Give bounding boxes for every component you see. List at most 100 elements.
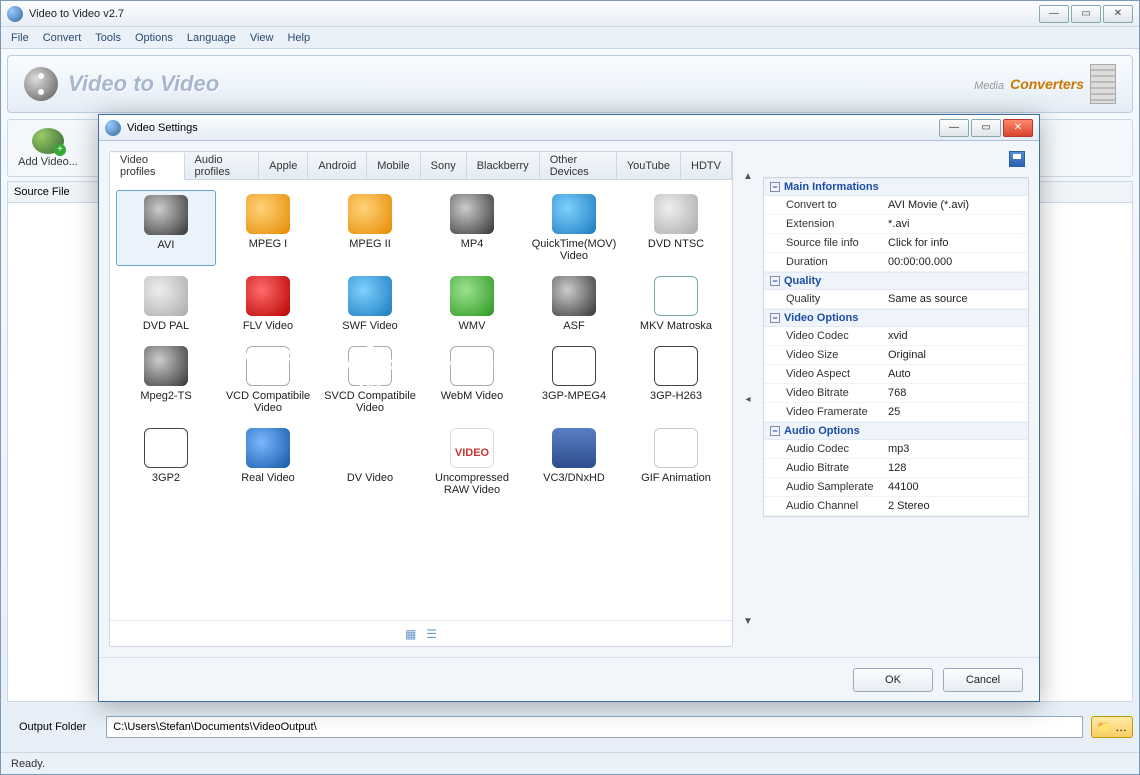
tab-apple[interactable]: Apple bbox=[259, 152, 308, 179]
tab-audio-profiles[interactable]: Audio profiles bbox=[185, 152, 260, 179]
menu-view[interactable]: View bbox=[250, 32, 274, 44]
prop-value[interactable]: Same as source bbox=[882, 290, 1028, 308]
output-label: Output Folder bbox=[7, 721, 98, 733]
profile-avi[interactable]: AVI bbox=[116, 190, 216, 266]
menu-help[interactable]: Help bbox=[287, 32, 310, 44]
profile-3gp-h263[interactable]: 3GP3GP-H263 bbox=[626, 342, 726, 418]
profile-mpeg2-ts[interactable]: Mpeg2-TS bbox=[116, 342, 216, 418]
prop-row[interactable]: Video Codecxvid bbox=[764, 327, 1028, 346]
profile-label: 3GP2 bbox=[152, 472, 180, 484]
profile-label: SWF Video bbox=[342, 320, 397, 332]
main-minimize-button[interactable]: — bbox=[1039, 5, 1069, 23]
menu-file[interactable]: File bbox=[11, 32, 29, 44]
profile-asf[interactable]: ASF bbox=[524, 272, 624, 336]
tab-sony[interactable]: Sony bbox=[421, 152, 467, 179]
menu-options[interactable]: Options bbox=[135, 32, 173, 44]
prop-group-main[interactable]: −Main Informations bbox=[764, 178, 1028, 196]
dialog-maximize-button[interactable]: ▭ bbox=[971, 119, 1001, 137]
dialog-minimize-button[interactable]: — bbox=[939, 119, 969, 137]
main-close-button[interactable]: ✕ bbox=[1103, 5, 1133, 23]
menu-language[interactable]: Language bbox=[187, 32, 236, 44]
scroll-down-icon[interactable]: ▼ bbox=[743, 616, 753, 627]
prop-row[interactable]: QualitySame as source bbox=[764, 290, 1028, 309]
list-view-icon[interactable]: ☰ bbox=[426, 627, 437, 641]
prop-row[interactable]: Video AspectAuto bbox=[764, 365, 1028, 384]
tab-other-devices[interactable]: Other Devices bbox=[540, 152, 617, 179]
profile-real-video[interactable]: Real Video bbox=[218, 424, 318, 500]
prop-row[interactable]: Audio Samplerate44100 bbox=[764, 478, 1028, 497]
menu-convert[interactable]: Convert bbox=[43, 32, 82, 44]
prop-row[interactable]: Video SizeOriginal bbox=[764, 346, 1028, 365]
browse-folder-button[interactable]: 📁 … bbox=[1091, 716, 1133, 738]
tab-youtube[interactable]: YouTube bbox=[617, 152, 681, 179]
prop-value[interactable]: mp3 bbox=[882, 440, 1028, 458]
brand-logo: MediaConverters bbox=[974, 64, 1116, 104]
statusbar: Ready. bbox=[1, 752, 1139, 774]
profile-mp4[interactable]: MP4 bbox=[422, 190, 522, 266]
profile-mpeg-i[interactable]: MPEG I bbox=[218, 190, 318, 266]
scroll-up-icon[interactable]: ▲ bbox=[743, 171, 753, 182]
profile-webm-video[interactable]: webMWebM Video bbox=[422, 342, 522, 418]
menu-tools[interactable]: Tools bbox=[95, 32, 121, 44]
prop-row[interactable]: Source file infoClick for info bbox=[764, 234, 1028, 253]
profile-gif-animation[interactable]: GIFGIF Animation bbox=[626, 424, 726, 500]
col-source-file[interactable]: Source File bbox=[14, 186, 70, 198]
prop-value[interactable]: Auto bbox=[882, 365, 1028, 383]
menubar: File Convert Tools Options Language View… bbox=[1, 27, 1139, 49]
profile-3gp2[interactable]: 3GP23GP2 bbox=[116, 424, 216, 500]
prop-row[interactable]: Audio Bitrate128 bbox=[764, 459, 1028, 478]
profile-flv-video[interactable]: FLV Video bbox=[218, 272, 318, 336]
profile-svcd-compatibile-video[interactable]: S VIDEO CDSVCD Compatibile Video bbox=[320, 342, 420, 418]
prop-row[interactable]: Audio Channel2 Stereo bbox=[764, 497, 1028, 516]
tab-mobile[interactable]: Mobile bbox=[367, 152, 420, 179]
tab-hdtv[interactable]: HDTV bbox=[681, 152, 732, 179]
tab-video-profiles[interactable]: Video profiles bbox=[110, 153, 185, 180]
grid-view-icon[interactable]: ▦ bbox=[405, 627, 416, 641]
prop-value[interactable]: 00:00:00.000 bbox=[882, 253, 1028, 271]
dialog-titlebar[interactable]: Video Settings — ▭ ✕ bbox=[99, 115, 1039, 141]
profile-dvd-pal[interactable]: DVD PAL bbox=[116, 272, 216, 336]
prop-value[interactable]: *.avi bbox=[882, 215, 1028, 233]
profile-dvd-ntsc[interactable]: DVD NTSC bbox=[626, 190, 726, 266]
prop-group-audio[interactable]: −Audio Options bbox=[764, 422, 1028, 440]
prop-value[interactable]: 128 bbox=[882, 459, 1028, 477]
status-text: Ready. bbox=[11, 758, 45, 770]
prop-row[interactable]: Video Bitrate768 bbox=[764, 384, 1028, 403]
profile-dv-video[interactable]: DVDV Video bbox=[320, 424, 420, 500]
tab-android[interactable]: Android bbox=[308, 152, 367, 179]
prop-row[interactable]: Extension*.avi bbox=[764, 215, 1028, 234]
prop-value[interactable]: xvid bbox=[882, 327, 1028, 345]
cancel-button[interactable]: Cancel bbox=[943, 668, 1023, 692]
prop-group-quality[interactable]: −Quality bbox=[764, 272, 1028, 290]
flash-blue-icon bbox=[348, 276, 392, 316]
prop-row[interactable]: Audio Codecmp3 bbox=[764, 440, 1028, 459]
dialog-close-button[interactable]: ✕ bbox=[1003, 119, 1033, 137]
ok-button[interactable]: OK bbox=[853, 668, 933, 692]
profile-swf-video[interactable]: SWF Video bbox=[320, 272, 420, 336]
main-maximize-button[interactable]: ▭ bbox=[1071, 5, 1101, 23]
profile-vcd-compatibile-video[interactable]: VIDEO CDVCD Compatibile Video bbox=[218, 342, 318, 418]
profile-quicktime-mov-video[interactable]: QuickTime(MOV) Video bbox=[524, 190, 624, 266]
profile-vc3-dnxhd[interactable]: VC3/DNxHD bbox=[524, 424, 624, 500]
save-icon[interactable] bbox=[1009, 151, 1025, 167]
prop-row[interactable]: Duration00:00:00.000 bbox=[764, 253, 1028, 272]
splitter[interactable]: ▲ ◂ ▼ bbox=[741, 151, 755, 647]
prop-row[interactable]: Video Framerate25 bbox=[764, 403, 1028, 422]
profile-mpeg-ii[interactable]: MPEG II bbox=[320, 190, 420, 266]
prop-row[interactable]: Convert toAVI Movie (*.avi) bbox=[764, 196, 1028, 215]
profile-mkv-matroska[interactable]: MKV Matroska bbox=[626, 272, 726, 336]
profile-wmv[interactable]: WMV bbox=[422, 272, 522, 336]
prop-value[interactable]: 44100 bbox=[882, 478, 1028, 496]
prop-value[interactable]: Original bbox=[882, 346, 1028, 364]
tab-blackberry[interactable]: Blackberry bbox=[467, 152, 540, 179]
prop-value[interactable]: 2 Stereo bbox=[882, 497, 1028, 515]
output-folder-input[interactable] bbox=[106, 716, 1083, 738]
add-video-button[interactable]: Add Video... bbox=[16, 123, 80, 173]
profile-uncompressed-raw-video[interactable]: RAWVIDEOUncompressed RAW Video bbox=[422, 424, 522, 500]
prop-value[interactable]: AVI Movie (*.avi) bbox=[882, 196, 1028, 214]
profile-3gp-mpeg4[interactable]: 3GP3GP-MPEG4 bbox=[524, 342, 624, 418]
prop-group-video[interactable]: −Video Options bbox=[764, 309, 1028, 327]
prop-value[interactable]: Click for info bbox=[882, 234, 1028, 252]
prop-value[interactable]: 768 bbox=[882, 384, 1028, 402]
prop-value[interactable]: 25 bbox=[882, 403, 1028, 421]
